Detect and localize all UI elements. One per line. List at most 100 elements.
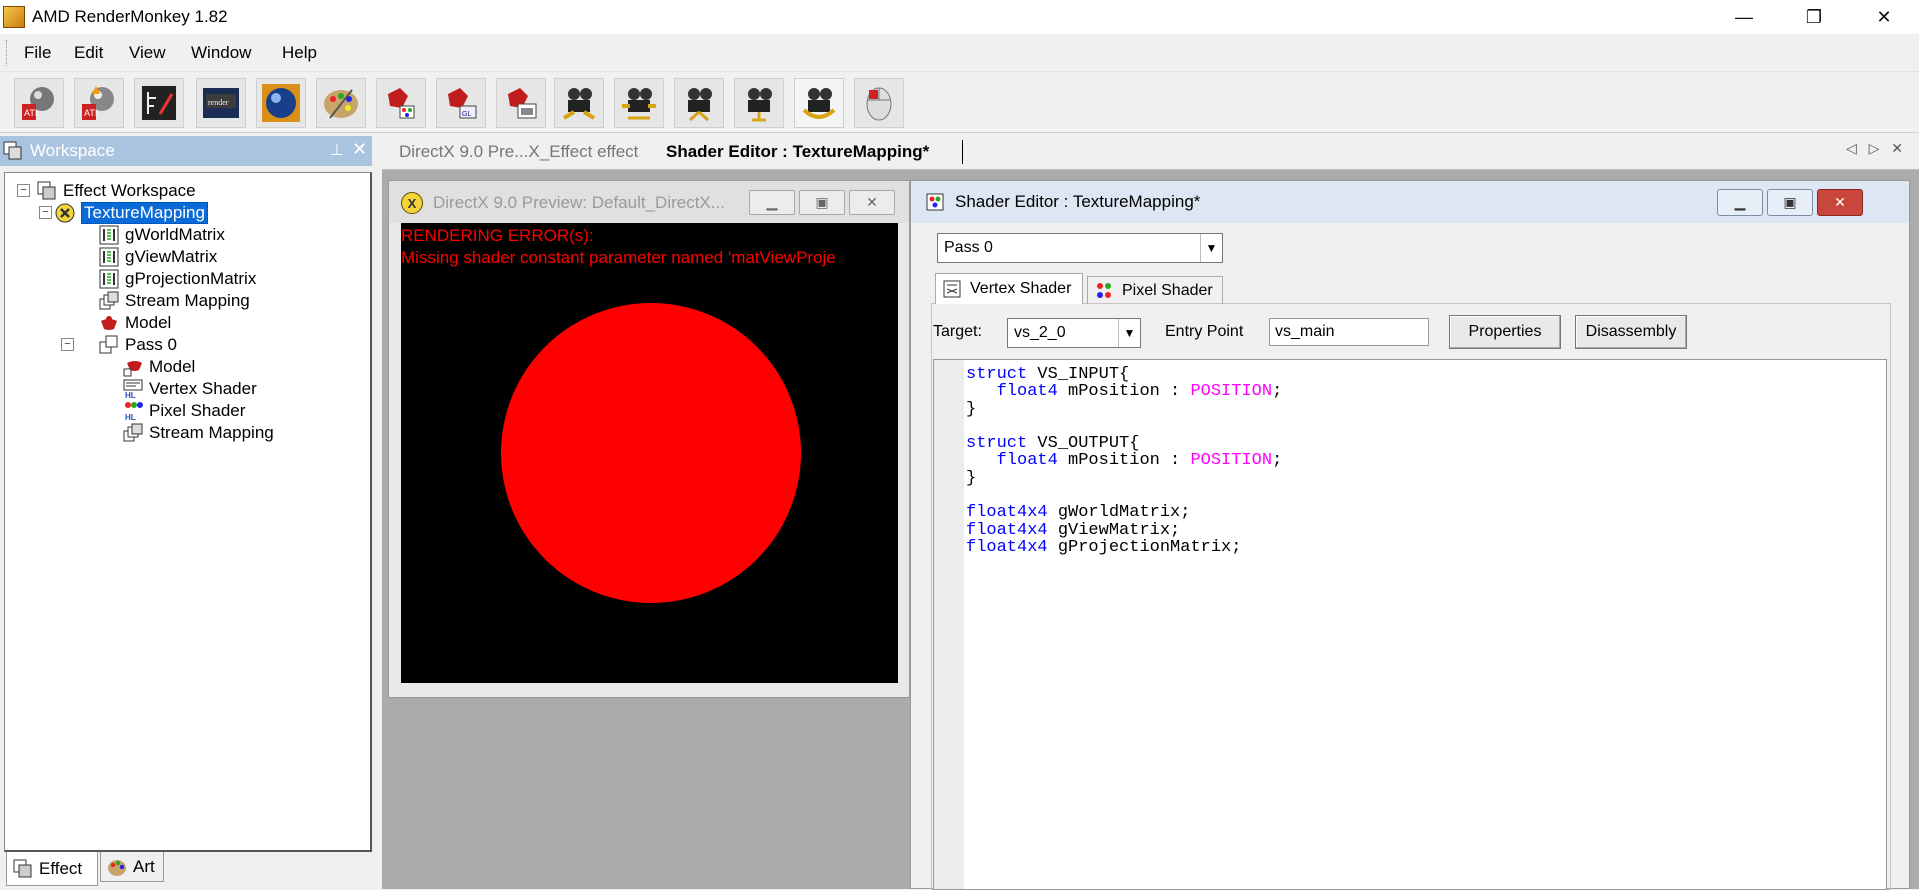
code-token: } — [966, 399, 977, 419]
code-token: gWorldMatrix; — [1047, 503, 1191, 523]
tab-pixel-shader[interactable]: Pixel Shader — [1087, 276, 1223, 304]
tree-item-effect-workspace[interactable]: Effect Workspace — [37, 179, 196, 203]
tab-art[interactable]: Art — [100, 852, 164, 882]
camera-icon-1 — [562, 88, 596, 120]
tree-item-stream-mapping[interactable]: Stream Mapping — [99, 289, 250, 313]
target-select-value: vs_2_0 — [1014, 324, 1066, 341]
code-line: struct VS_INPUT{ — [966, 366, 1282, 383]
palette-button[interactable] — [316, 78, 366, 128]
rendering-error-message: Missing shader constant parameter named … — [401, 248, 836, 267]
tree-item-gworldmatrix[interactable]: gWorldMatrix — [99, 223, 225, 247]
tab-effect-label: Effect — [39, 858, 83, 878]
doc-tab-preview[interactable]: DirectX 9.0 Pre...X_Effect effect — [399, 142, 638, 162]
close-button[interactable]: ✕ — [1849, 0, 1919, 34]
chevron-down-icon: ▼ — [1118, 319, 1140, 347]
render-viewport[interactable]: RENDERING ERROR(s): Missing shader const… — [401, 223, 898, 683]
sphere-preview-icon — [262, 84, 300, 122]
preview-close-button[interactable]: ✕ — [849, 190, 895, 215]
matrix-icon — [99, 247, 119, 267]
tree-label: Model — [149, 357, 196, 376]
tree-label: gWorldMatrix — [125, 225, 225, 244]
chevron-down-icon: ▼ — [1200, 234, 1222, 262]
preview-maximize-button[interactable]: ▣ — [799, 190, 845, 215]
menu-file[interactable]: File — [24, 43, 51, 63]
camera-icon-2 — [622, 88, 656, 120]
red-shape-ogl-button[interactable]: GL — [436, 78, 486, 128]
camera-button-4[interactable] — [734, 78, 784, 128]
tree-label: Effect Workspace — [63, 181, 196, 200]
expander-texture-mapping[interactable]: − — [39, 206, 52, 219]
effect-icon — [55, 203, 75, 223]
render-button[interactable]: render — [196, 78, 246, 128]
red-shape-ogl-icon: GL — [448, 88, 477, 119]
camera-icon-5 — [802, 88, 836, 119]
expander-effect-workspace[interactable]: − — [17, 184, 30, 197]
code-token: gViewMatrix; — [1047, 520, 1181, 540]
tree-item-texture-mapping[interactable]: TextureMapping — [55, 201, 208, 225]
camera-button-1[interactable] — [554, 78, 604, 128]
red-shape-window-icon — [508, 88, 537, 119]
camera-button-2[interactable] — [614, 78, 664, 128]
tree-item-pixel-shader[interactable]: HL Pixel Shader — [123, 399, 245, 423]
palette-icon — [324, 89, 358, 119]
matrix-icon — [99, 225, 119, 245]
menu-window[interactable]: Window — [191, 43, 251, 63]
pin-icon[interactable]: ⊥ — [330, 140, 344, 160]
menu-help[interactable]: Help — [282, 43, 317, 63]
pass-select[interactable]: Pass 0 ▼ — [937, 233, 1223, 263]
code-token: ; — [1272, 451, 1283, 471]
preview-minimize-button[interactable]: ▁ — [749, 190, 795, 215]
doc-tab-nav-icons[interactable]: ◁ ▷ ✕ — [1846, 140, 1907, 157]
sphere-preview-button[interactable] — [256, 78, 306, 128]
menu-edit[interactable]: Edit — [74, 43, 103, 63]
entry-point-input[interactable]: vs_main — [1269, 318, 1429, 346]
preview-window: X DirectX 9.0 Preview: Default_DirectX..… — [388, 180, 910, 698]
target-select[interactable]: vs_2_0 ▼ — [1007, 318, 1141, 348]
expander-pass-0[interactable]: − — [61, 338, 74, 351]
code-line: float4 mPosition : POSITION; — [966, 383, 1283, 400]
menu-view[interactable]: View — [129, 43, 166, 63]
shader-minimize-button[interactable]: ▁ — [1717, 189, 1763, 216]
tree-item-pass-stream-mapping[interactable]: Stream Mapping — [123, 421, 274, 445]
shader-maximize-button[interactable]: ▣ — [1767, 189, 1813, 216]
restore-button[interactable]: ❐ — [1779, 0, 1849, 34]
shader-editor-title-bar: Shader Editor : TextureMapping* ▁ ▣ ✕ — [911, 181, 1909, 223]
properties-button[interactable]: Properties — [1449, 315, 1561, 349]
shader-editor-window: Shader Editor : TextureMapping* ▁ ▣ ✕ Pa… — [910, 180, 1910, 890]
tree-item-gviewmatrix[interactable]: gViewMatrix — [99, 245, 217, 269]
tab-vertex-shader[interactable]: Vertex Shader — [935, 273, 1083, 304]
tree-item-vertex-shader[interactable]: HL Vertex Shader — [123, 377, 257, 401]
red-shape-window-button[interactable] — [496, 78, 546, 128]
workspace-bottom-tabs: Effect Art — [0, 852, 372, 889]
shader-editor-button[interactable] — [134, 78, 184, 128]
tab-effect[interactable]: Effect — [6, 852, 98, 886]
minimize-button[interactable]: — — [1709, 0, 1779, 34]
red-shape-button[interactable] — [376, 78, 426, 128]
code-editor[interactable]: struct VS_INPUT{ float4 mPosition : POSI… — [933, 359, 1887, 890]
code-line: float4x4 gViewMatrix; — [966, 522, 1282, 539]
render-icon: render — [203, 88, 239, 118]
code-token: VS_OUTPUT{ — [1027, 434, 1140, 454]
workspace-icon — [3, 141, 22, 160]
tree-label: gViewMatrix — [125, 247, 218, 266]
workspace-close-icon[interactable]: ✕ — [352, 139, 367, 160]
add-opengl-effect-button[interactable]: ATI — [74, 78, 124, 128]
camera-button-3[interactable] — [674, 78, 724, 128]
doc-tab-shader-editor[interactable]: Shader Editor : TextureMapping* — [666, 142, 929, 162]
red-shape-icon — [388, 88, 415, 119]
shader-close-button[interactable]: ✕ — [1817, 189, 1863, 216]
add-directx-effect-button[interactable]: ATI — [14, 78, 64, 128]
tree-label: Stream Mapping — [125, 291, 250, 310]
code-line: struct VS_OUTPUT{ — [966, 435, 1282, 452]
disassembly-button[interactable]: Disassembly — [1575, 315, 1687, 349]
tree-item-gprojectionmatrix[interactable]: gProjectionMatrix — [99, 267, 256, 291]
mouse-button[interactable] — [854, 78, 904, 128]
camera-button-5[interactable] — [794, 78, 844, 128]
code-token: } — [966, 468, 977, 488]
tree-item-model[interactable]: Model — [99, 311, 171, 335]
target-label: Target: — [933, 323, 982, 340]
tree-item-pass-0[interactable]: Pass 0 — [99, 333, 177, 357]
tree-label: TextureMapping — [81, 202, 208, 224]
tree-item-pass-model[interactable]: Model — [123, 355, 195, 379]
